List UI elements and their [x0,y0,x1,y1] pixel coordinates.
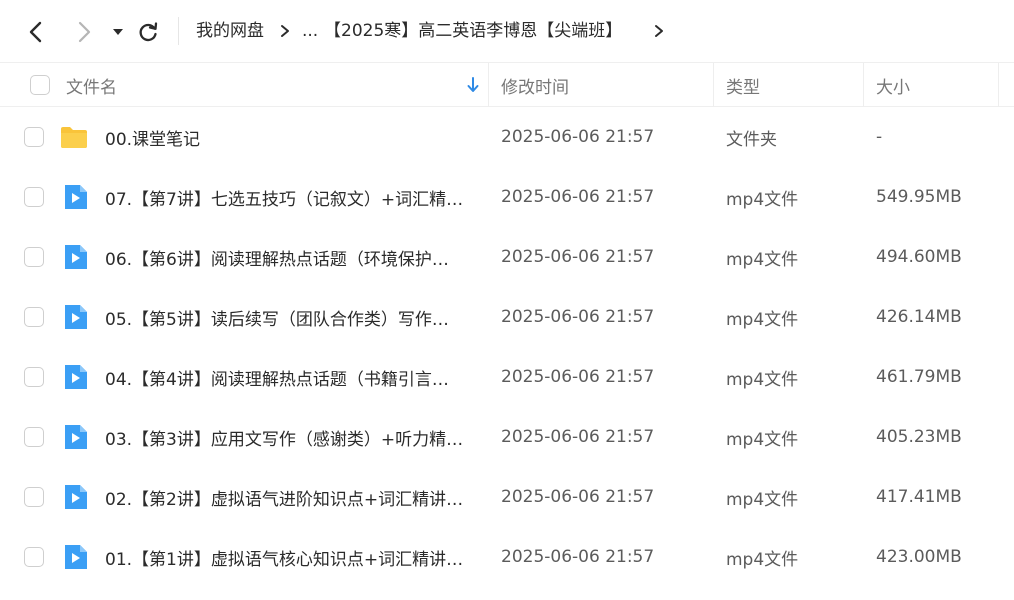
column-divider[interactable] [863,63,864,107]
navigation-bar: 我的网盘 ... 【2025寒】高二英语李博恩【尖端班】 [0,0,1014,62]
file-type: mp4文件 [726,429,799,450]
video-file-icon [65,425,87,449]
file-size: - [876,127,883,147]
video-file-icon [65,545,87,569]
file-size: 417.41MB [876,487,962,507]
file-modified: 2025-06-06 21:57 [501,367,655,387]
row-checkbox[interactable] [24,487,44,507]
file-type: mp4文件 [726,309,799,330]
breadcrumb-item-ellipsis[interactable]: ... [302,19,318,43]
row-checkbox[interactable] [24,247,44,267]
column-name[interactable]: 文件名 [66,63,117,107]
folder-icon [61,127,87,148]
file-row[interactable]: 00.课堂笔记 2025-06-06 21:57 文件夹 - [0,107,1014,167]
back-button[interactable] [22,18,50,46]
video-file-icon [65,245,87,269]
file-row[interactable]: 07.【第7讲】七选五技巧（记叙文）+词汇精… 2025-06-06 21:57… [0,167,1014,227]
sort-arrow-down-icon[interactable] [467,77,479,93]
row-checkbox[interactable] [24,427,44,447]
file-type: mp4文件 [726,489,799,510]
row-checkbox[interactable] [24,367,44,387]
video-file-icon [65,365,87,389]
history-dropdown-button[interactable] [104,18,132,46]
file-name[interactable]: 06.【第6讲】阅读理解热点话题（环境保护… [105,227,449,287]
file-type: mp4文件 [726,189,799,210]
file-modified: 2025-06-06 21:57 [501,547,655,567]
forward-button[interactable] [70,18,98,46]
breadcrumb-separator-icon [281,25,289,37]
file-size: 423.00MB [876,547,962,567]
file-row[interactable]: 03.【第3讲】应用文写作（感谢类）+听力精… 2025-06-06 21:57… [0,407,1014,467]
file-type: 文件夹 [726,129,777,150]
row-checkbox[interactable] [24,547,44,567]
file-row[interactable]: 05.【第5讲】读后续写（团队合作类）写作… 2025-06-06 21:57 … [0,287,1014,347]
select-all-checkbox[interactable] [30,75,50,95]
file-size: 494.60MB [876,247,962,267]
file-modified: 2025-06-06 21:57 [501,127,655,147]
nav-divider [178,17,179,45]
column-divider[interactable] [488,63,489,107]
column-size[interactable]: 大小 [876,63,910,107]
file-modified: 2025-06-06 21:57 [501,187,655,207]
file-name[interactable]: 07.【第7讲】七选五技巧（记叙文）+词汇精… [105,167,463,227]
video-file-icon [65,485,87,509]
file-size: 549.95MB [876,187,962,207]
breadcrumb-separator-icon [655,25,663,37]
file-modified: 2025-06-06 21:57 [501,307,655,327]
column-modified[interactable]: 修改时间 [501,63,569,107]
row-checkbox[interactable] [24,307,44,327]
file-row[interactable]: 06.【第6讲】阅读理解热点话题（环境保护… 2025-06-06 21:57 … [0,227,1014,287]
breadcrumb-item-current[interactable]: 【2025寒】高二英语李博恩【尖端班】 [324,19,622,43]
video-file-icon [65,305,87,329]
file-size: 461.79MB [876,367,962,387]
file-modified: 2025-06-06 21:57 [501,487,655,507]
column-type[interactable]: 类型 [726,63,760,107]
file-browser: 我的网盘 ... 【2025寒】高二英语李博恩【尖端班】 文件名 修改时间 类型… [0,0,1014,600]
file-row[interactable]: 01.【第1讲】虚拟语气核心知识点+词汇精讲… 2025-06-06 21:57… [0,527,1014,587]
file-name[interactable]: 02.【第2讲】虚拟语气进阶知识点+词汇精讲… [105,467,463,527]
chevron-right-icon [78,21,91,43]
chevron-left-icon [29,21,42,43]
file-name[interactable]: 05.【第5讲】读后续写（团队合作类）写作… [105,287,449,347]
file-name[interactable]: 03.【第3讲】应用文写作（感谢类）+听力精… [105,407,463,467]
column-divider[interactable] [713,63,714,107]
column-divider[interactable] [998,63,999,107]
file-row[interactable]: 02.【第2讲】虚拟语气进阶知识点+词汇精讲… 2025-06-06 21:57… [0,467,1014,527]
refresh-icon [139,22,158,42]
file-modified: 2025-06-06 21:57 [501,427,655,447]
refresh-button[interactable] [134,18,162,46]
breadcrumb-item-root[interactable]: 我的网盘 [196,19,264,43]
caret-down-icon [113,29,123,35]
file-size: 426.14MB [876,307,962,327]
row-checkbox[interactable] [24,187,44,207]
file-type: mp4文件 [726,549,799,570]
file-name[interactable]: 01.【第1讲】虚拟语气核心知识点+词汇精讲… [105,527,463,587]
file-row[interactable]: 04.【第4讲】阅读理解热点话题（书籍引言… 2025-06-06 21:57 … [0,347,1014,407]
file-size: 405.23MB [876,427,962,447]
row-checkbox[interactable] [24,127,44,147]
file-modified: 2025-06-06 21:57 [501,247,655,267]
file-type: mp4文件 [726,249,799,270]
file-name[interactable]: 04.【第4讲】阅读理解热点话题（书籍引言… [105,347,449,407]
column-header: 文件名 修改时间 类型 大小 [0,62,1014,107]
file-type: mp4文件 [726,369,799,390]
video-file-icon [65,185,87,209]
file-name[interactable]: 00.课堂笔记 [105,107,200,167]
